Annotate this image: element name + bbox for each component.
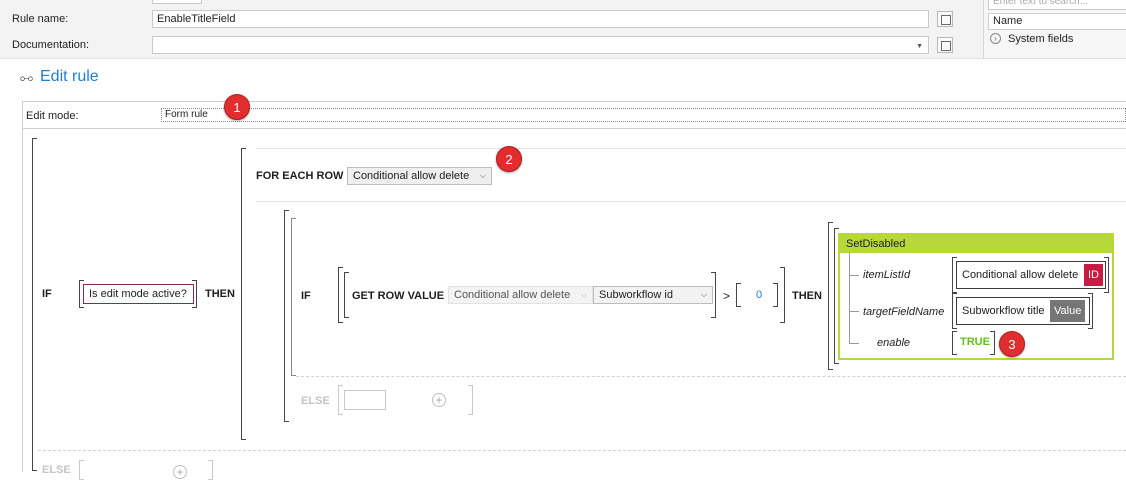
add-else-icon[interactable]: + xyxy=(432,393,446,407)
chevron-down-icon: ▼ xyxy=(916,43,923,50)
row-list-dropdown[interactable]: Conditional allow delete ⌵ xyxy=(448,286,593,304)
documentation-translate-icon[interactable] xyxy=(937,37,953,53)
inner-if-keyword: IF xyxy=(301,290,311,302)
row-field-value: Subworkflow id xyxy=(599,289,673,301)
param2-bracket-right xyxy=(1088,293,1093,329)
row-list-value: Conditional allow delete xyxy=(454,289,571,301)
inner-else-bracket-left xyxy=(338,385,343,415)
inner-else-keyword: ELSE xyxy=(301,395,330,407)
field-browser-panel: Enter text to search... Name › System fi… xyxy=(983,0,1126,58)
compare-bracket-right xyxy=(773,283,778,307)
param-tree-branch xyxy=(849,275,859,276)
item-list-id-value[interactable]: Conditional allow delete ID xyxy=(956,261,1106,289)
id-tag: ID xyxy=(1084,264,1103,286)
chevron-down-icon: ⌵ xyxy=(479,171,486,180)
rule-name-input[interactable]: EnableTitleField xyxy=(152,10,929,28)
outer-if-bracket-left xyxy=(32,138,37,471)
expand-circle-icon[interactable]: › xyxy=(990,33,1001,44)
item-list-id-text: Conditional allow delete xyxy=(962,269,1079,281)
rule-name-translate-icon[interactable] xyxy=(937,11,953,27)
outer-else-bracket-right xyxy=(208,460,213,480)
background-form: Rule name: EnableTitleField Documentatio… xyxy=(0,0,1126,58)
add-outer-else-icon[interactable]: + xyxy=(173,465,187,479)
inner-if-bracket-left xyxy=(284,210,289,422)
param-enable-label: enable xyxy=(877,337,911,349)
get-row-bracket-right-outer xyxy=(780,267,785,323)
foreach-list-dropdown[interactable]: Conditional allow delete ⌵ xyxy=(347,167,492,185)
then-keyword: THEN xyxy=(205,288,235,300)
foreach-list-value: Conditional allow delete xyxy=(353,170,470,182)
chevron-down-icon: ⌵ xyxy=(700,290,707,299)
inner-then-keyword: THEN xyxy=(792,290,822,302)
inner-if-condition-bracket xyxy=(291,218,296,376)
greater-than-operator[interactable]: > xyxy=(723,289,730,303)
param-target-field-name-label: targetFieldName xyxy=(863,306,945,318)
field-search-input[interactable]: Enter text to search... xyxy=(988,0,1126,10)
param3-bracket-right xyxy=(990,331,995,355)
documentation-input[interactable]: ▼ xyxy=(152,36,929,54)
param-item-list-id-label: itemListId xyxy=(863,269,911,281)
outer-else-keyword: ELSE xyxy=(42,464,71,476)
link-icon: ⧟ xyxy=(20,70,34,85)
chevron-down-icon: ⌵ xyxy=(580,290,587,299)
target-field-name-value[interactable]: Subworkflow title Value xyxy=(956,297,1090,325)
callout-badge-1: 1 xyxy=(224,94,250,120)
system-fields-item[interactable]: System fields xyxy=(1008,33,1073,45)
inner-else-separator xyxy=(296,376,1126,377)
foreach-bracket-left xyxy=(241,148,246,440)
get-row-bracket-left-inner xyxy=(344,272,349,318)
param3-bracket-left xyxy=(952,331,957,355)
dialog-title: Edit rule xyxy=(40,68,99,85)
inner-else-slot[interactable] xyxy=(344,390,386,410)
edit-mode-select[interactable]: Form rule xyxy=(161,108,1126,122)
for-each-row-keyword: FOR EACH ROW xyxy=(256,170,344,182)
name-column-header: Name xyxy=(988,13,1126,30)
rule-name-label: Rule name: xyxy=(12,13,69,25)
documentation-label: Documentation: xyxy=(12,39,90,51)
outer-else-separator xyxy=(38,450,1126,451)
edit-mode-label: Edit mode: xyxy=(26,110,79,122)
outer-else-bracket-left xyxy=(79,460,84,480)
condition-bracket-right xyxy=(192,280,197,308)
condition-rule-chip[interactable]: Is edit mode active? xyxy=(83,284,194,304)
compare-value[interactable]: 0 xyxy=(756,289,762,301)
row-field-dropdown[interactable]: Subworkflow id ⌵ xyxy=(593,286,713,304)
get-row-value-keyword: GET ROW VALUE xyxy=(352,290,445,302)
param1-bracket-right xyxy=(1104,257,1109,293)
action-name: SetDisabled xyxy=(840,235,1112,253)
foreach-inner-separator xyxy=(256,201,1126,202)
callout-badge-3: 3 xyxy=(999,331,1025,357)
inner-else-bracket-right xyxy=(468,385,473,415)
get-row-bracket-right xyxy=(711,272,716,318)
top-field-stub xyxy=(152,0,202,4)
target-field-name-text: Subworkflow title xyxy=(962,305,1045,317)
callout-badge-2: 2 xyxy=(496,146,522,172)
enable-true-value[interactable]: TRUE xyxy=(960,336,990,348)
foreach-top-separator xyxy=(256,148,1126,149)
get-row-bracket-left xyxy=(338,267,343,323)
param-tree-line xyxy=(849,252,850,344)
param-tree-branch xyxy=(849,343,859,344)
compare-bracket-left xyxy=(736,283,741,307)
action-bracket-left xyxy=(828,222,833,370)
param-tree-branch xyxy=(849,311,859,312)
if-keyword: IF xyxy=(42,288,52,300)
value-tag: Value xyxy=(1050,300,1086,322)
